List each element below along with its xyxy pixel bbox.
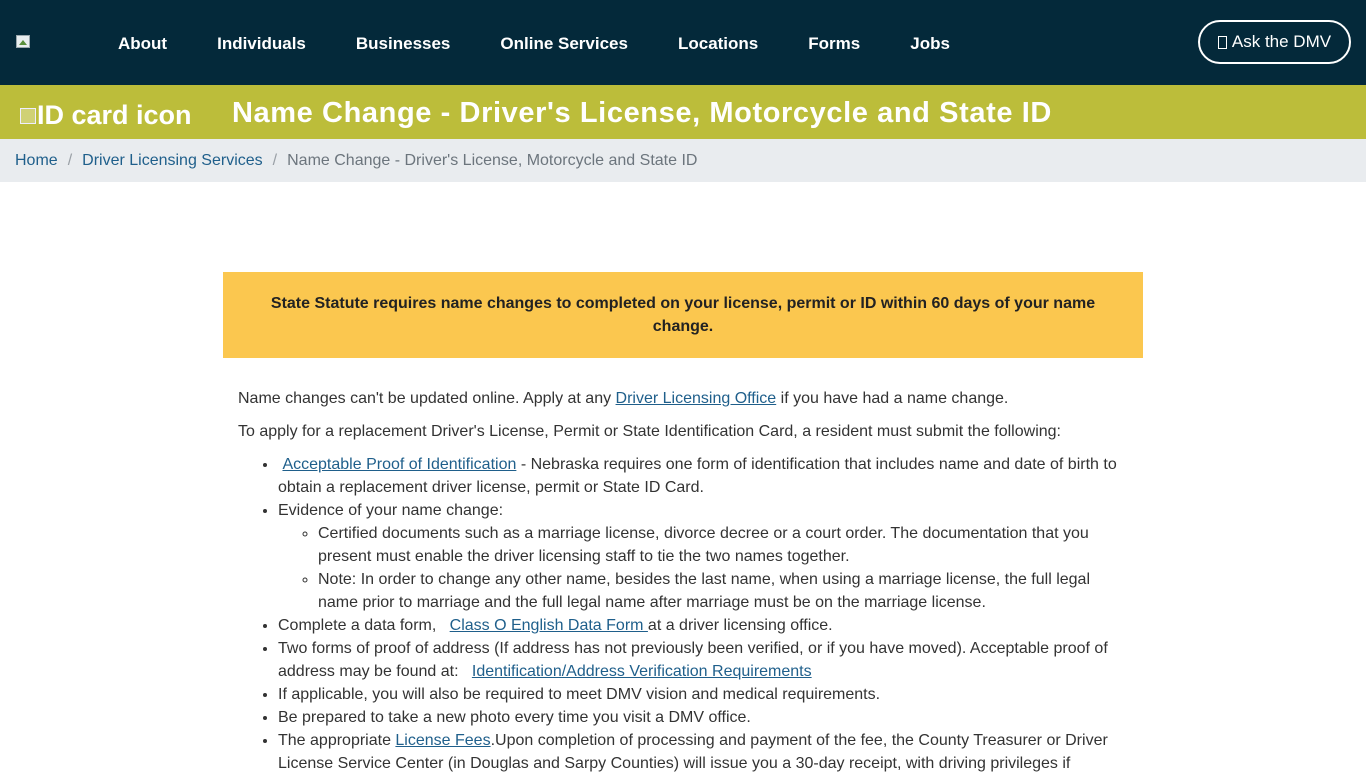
missing-glyph-icon: [1217, 35, 1227, 49]
proof-of-identification-link[interactable]: Acceptable Proof of Identification: [282, 456, 516, 473]
list-item: Acceptable Proof of Identification - Neb…: [278, 453, 1128, 499]
nav-about[interactable]: About: [118, 34, 167, 54]
list-item: Evidence of your name change: Certified …: [278, 499, 1128, 614]
statute-alert-text: State Statute requires name changes to c…: [270, 295, 1096, 335]
page-title: Name Change - Driver's License, Motorcyc…: [232, 97, 1052, 129]
statute-alert: State Statute requires name changes to c…: [223, 272, 1143, 358]
broken-image-icon: [20, 107, 36, 124]
requirements-intro: To apply for a replacement Driver's Lice…: [238, 423, 1061, 440]
page-title-bar: ID card icon Name Change - Driver's Lice…: [0, 85, 1366, 139]
breadcrumb-current: Name Change - Driver's License, Motorcyc…: [287, 151, 698, 169]
nav-individuals[interactable]: Individuals: [217, 34, 306, 54]
logo-icon[interactable]: [16, 35, 32, 49]
list-item: Be prepared to take a new photo every ti…: [278, 706, 1128, 729]
intro-paragraph: Name changes can't be updated online. Ap…: [238, 387, 1128, 410]
list-item: Note: In order to change any other name,…: [318, 568, 1128, 614]
address-verification-link[interactable]: Identification/Address Verification Requ…: [472, 663, 812, 680]
class-o-data-form-link[interactable]: Class O English Data Form: [450, 617, 648, 634]
list-item: Two forms of proof of address (If addres…: [278, 637, 1128, 683]
nav-businesses[interactable]: Businesses: [356, 34, 451, 54]
list-item-text: at a driver licensing office.: [647, 617, 833, 634]
nav-online-services[interactable]: Online Services: [500, 34, 628, 54]
license-fees-link[interactable]: License Fees: [395, 732, 490, 749]
nav-forms[interactable]: Forms: [808, 34, 860, 54]
main-nav: About Individuals Businesses Online Serv…: [118, 34, 1000, 54]
id-card-icon-alt-text: ID card icon: [37, 100, 192, 130]
nav-jobs[interactable]: Jobs: [910, 34, 950, 54]
list-item-text: The appropriate: [278, 732, 396, 749]
intro-text: Name changes can't be updated online. Ap…: [238, 390, 616, 407]
list-item: Complete a data form, Class O English Da…: [278, 614, 1128, 637]
list-item: If applicable, you will also be required…: [278, 683, 1128, 706]
breadcrumb: Home / Driver Licensing Services / Name …: [0, 139, 1366, 182]
id-card-icon: ID card icon: [20, 100, 192, 131]
breadcrumb-separator: /: [67, 151, 73, 169]
ask-the-dmv-label: Ask the DMV: [1231, 32, 1332, 51]
breadcrumb-separator: /: [272, 151, 278, 169]
requirements-list: Acceptable Proof of Identification - Neb…: [238, 453, 1128, 775]
list-item: The appropriate License Fees.Upon comple…: [278, 729, 1128, 775]
driver-licensing-office-link[interactable]: Driver Licensing Office: [616, 390, 777, 407]
breadcrumb-home[interactable]: Home: [15, 152, 58, 170]
ask-the-dmv-button[interactable]: Ask the DMV: [1198, 20, 1351, 64]
list-item-text: Evidence of your name change:: [278, 502, 504, 519]
list-item-text: Complete a data form,: [278, 617, 450, 634]
breadcrumb-driver-licensing-services[interactable]: Driver Licensing Services: [82, 152, 263, 170]
nav-locations[interactable]: Locations: [678, 34, 758, 54]
top-navigation: About Individuals Businesses Online Serv…: [0, 0, 1366, 85]
name-change-evidence-list: Certified documents such as a marriage l…: [278, 522, 1128, 614]
main-content: Name changes can't be updated online. Ap…: [238, 387, 1128, 775]
list-item: Certified documents such as a marriage l…: [318, 522, 1128, 568]
intro-text-end: if you have had a name change.: [776, 390, 1009, 407]
